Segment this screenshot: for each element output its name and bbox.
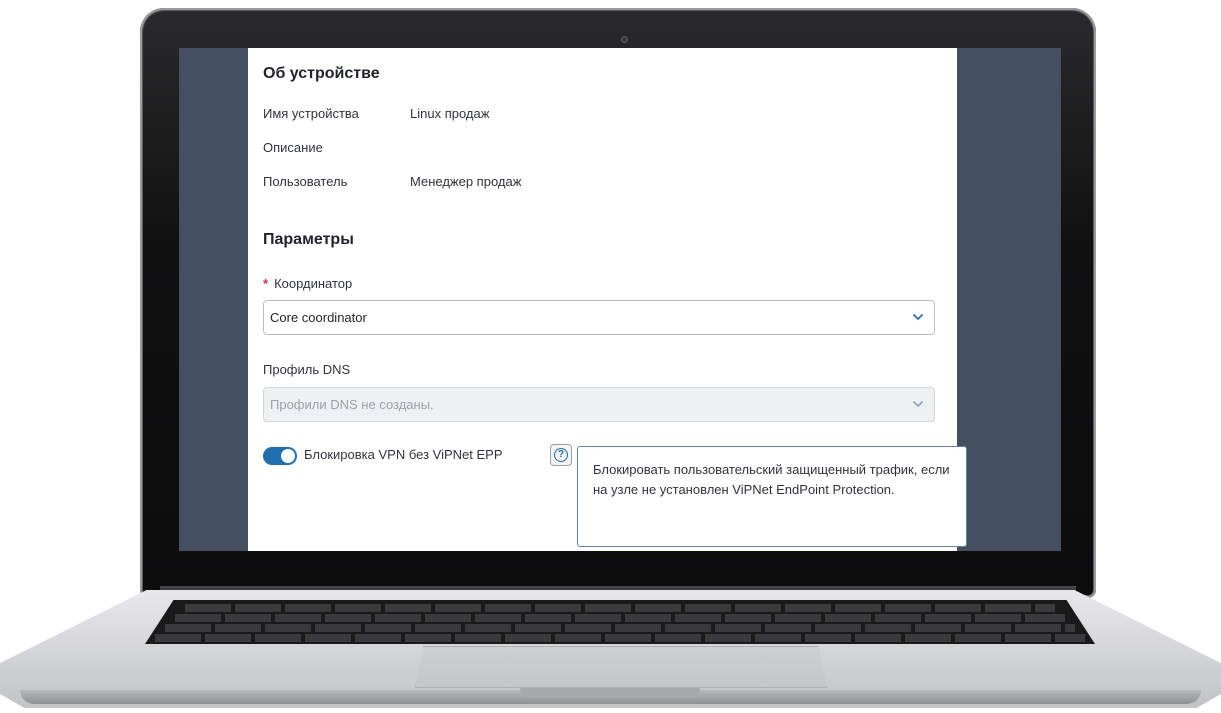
coordinator-label: Координатор xyxy=(274,276,353,291)
laptop-mockup: Об устройстве Имя устройства Linux прода… xyxy=(0,0,1221,713)
question-circle-icon: ? xyxy=(554,448,568,462)
vpn-block-toggle[interactable] xyxy=(263,447,297,465)
device-settings-panel: Об устройстве Имя устройства Linux прода… xyxy=(248,48,967,551)
key-row xyxy=(185,604,1055,612)
chevron-down-icon xyxy=(913,314,923,320)
laptop-trackpad xyxy=(415,646,827,688)
device-name-value: Linux продаж xyxy=(410,106,490,121)
key-row xyxy=(175,614,1065,622)
toggle-knob xyxy=(281,449,295,463)
dns-profile-label: Профиль DNS xyxy=(263,362,351,377)
description-label: Описание xyxy=(263,140,323,155)
vpn-block-label: Блокировка VPN без ViPNet EPP xyxy=(304,447,503,462)
user-value: Менеджер продаж xyxy=(410,174,522,189)
user-label: Пользователь xyxy=(263,174,348,189)
coordinator-label-row: * Координатор xyxy=(263,276,352,291)
device-section-title: Об устройстве xyxy=(263,65,380,82)
laptop-notch xyxy=(520,688,700,698)
required-mark: * xyxy=(263,276,269,291)
camera-icon xyxy=(621,36,628,43)
vpn-block-tooltip: Блокировать пользовательский защищенный … xyxy=(577,446,967,547)
chevron-down-icon xyxy=(913,401,923,407)
laptop-keyboard xyxy=(145,600,1095,644)
key-row xyxy=(155,634,1085,642)
dns-profile-placeholder: Профили DNS не созданы. xyxy=(270,397,434,412)
laptop-screen: Об устройстве Имя устройства Linux прода… xyxy=(179,48,1061,551)
key-row xyxy=(165,624,1075,632)
dns-profile-select[interactable]: Профили DNS не созданы. xyxy=(263,387,935,422)
coordinator-select[interactable]: Core coordinator xyxy=(263,300,935,335)
params-section-title: Параметры xyxy=(263,231,354,248)
help-button[interactable]: ? xyxy=(550,444,572,466)
device-name-label: Имя устройства xyxy=(263,106,359,121)
coordinator-select-value: Core coordinator xyxy=(270,310,367,325)
